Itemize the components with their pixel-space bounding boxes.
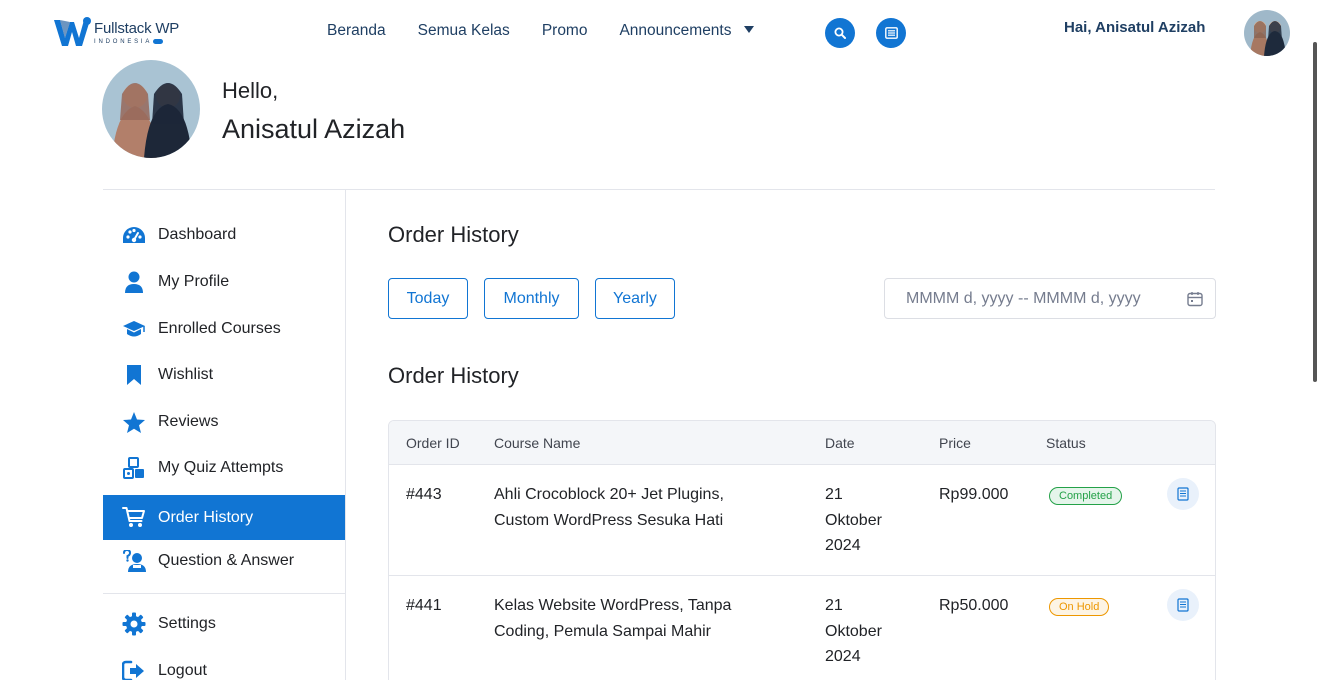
- list-button[interactable]: [876, 18, 906, 48]
- user-greeting[interactable]: Hai, Anisatul Azizah: [1064, 19, 1205, 36]
- list-alt-icon: [884, 27, 898, 39]
- sidebar-item-label: Order History: [158, 508, 254, 526]
- sidebar-item-question-answer[interactable]: Question & Answer: [103, 540, 345, 582]
- search-icon: [834, 27, 846, 39]
- order-id: #441: [406, 597, 442, 614]
- nav-beranda[interactable]: Beranda: [327, 22, 386, 40]
- sidebar-item-label: Wishlist: [158, 366, 214, 383]
- sidebar-item-label: Dashboard: [158, 226, 237, 243]
- profile-photo: [102, 60, 200, 158]
- quiz-icon: [122, 456, 146, 480]
- sidebar-item-wishlist[interactable]: Wishlist: [103, 354, 345, 396]
- sidebar-item-label: My Quiz Attempts: [158, 459, 284, 476]
- nav-semua-kelas[interactable]: Semua Kelas: [418, 22, 510, 40]
- sidebar-item-my-quiz-attempts[interactable]: My Quiz Attempts: [103, 447, 345, 489]
- sidebar-item-label: My Profile: [158, 273, 230, 290]
- order-price: Rp50.000: [939, 597, 1009, 614]
- table-header: Order ID Course Name Date Price Status: [389, 421, 1215, 465]
- sidebar-item-reviews[interactable]: Reviews: [103, 401, 345, 443]
- column-header-status: Status: [1046, 435, 1086, 451]
- table-row: #443 Ahli Crocoblock 20+ Jet Plugins, Cu…: [389, 465, 1215, 576]
- sidebar-item-order-history[interactable]: Order History: [103, 495, 345, 540]
- profile-hello: Hello,: [222, 78, 279, 103]
- sidebar-divider: [103, 593, 345, 594]
- sidebar-item-label: Enrolled Courses: [158, 320, 281, 337]
- view-invoice-button[interactable]: [1167, 478, 1199, 510]
- sidebar-item-label: Question & Answer: [158, 552, 295, 569]
- question-user-icon: [122, 549, 146, 573]
- user-icon: [122, 270, 146, 294]
- sidebar-item-my-profile[interactable]: My Profile: [103, 261, 345, 303]
- date-range-input[interactable]: MMMM d, yyyy -- MMMM d, yyyy: [884, 278, 1216, 319]
- page-scrollbar[interactable]: [1313, 42, 1317, 382]
- search-button[interactable]: [825, 18, 855, 48]
- sidebar-item-label: Reviews: [158, 413, 219, 430]
- avatar[interactable]: [1244, 10, 1290, 56]
- graduation-cap-icon: [122, 317, 146, 341]
- order-date: 21 Oktober 2024: [825, 486, 882, 554]
- receipt-icon: [1177, 487, 1189, 501]
- sidebar-item-logout[interactable]: Logout: [103, 650, 345, 680]
- sidebar-item-settings[interactable]: Settings: [103, 603, 345, 645]
- column-header-course-name: Course Name: [494, 435, 581, 451]
- status-badge: Completed: [1049, 487, 1123, 505]
- profile-name: Anisatul Azizah: [222, 114, 406, 144]
- top-navigation: Fullstack WP INDONESIA Beranda Semua Kel…: [0, 0, 1318, 64]
- logo-w-icon: [52, 16, 92, 50]
- cart-icon: [122, 505, 146, 529]
- bookmark-icon: [122, 363, 146, 387]
- main-menu: Beranda Semua Kelas Promo Announcements: [327, 22, 786, 40]
- date-range-placeholder: MMMM d, yyyy -- MMMM d, yyyy: [906, 289, 1141, 307]
- brand-name: Fullstack WP: [94, 19, 180, 37]
- dashboard-icon: [122, 223, 146, 247]
- view-invoice-button[interactable]: [1167, 589, 1199, 621]
- column-header-date: Date: [825, 435, 855, 451]
- course-name[interactable]: Ahli Crocoblock 20+ Jet Plugins, Custom …: [494, 482, 794, 533]
- section-title: Order History: [388, 363, 519, 388]
- logout-icon: [122, 659, 146, 680]
- table-row: #441 Kelas Website WordPress, Tanpa Codi…: [389, 576, 1215, 680]
- nav-announcements[interactable]: Announcements: [619, 22, 754, 40]
- brand-subtitle: INDONESIA: [94, 39, 153, 46]
- column-header-order-id: Order ID: [406, 435, 460, 451]
- calendar-icon: [1187, 291, 1203, 312]
- sidebar-item-label: Settings: [158, 615, 216, 632]
- column-header-price: Price: [939, 435, 971, 451]
- filter-yearly-button[interactable]: Yearly: [595, 278, 675, 319]
- nav-promo[interactable]: Promo: [542, 22, 588, 40]
- order-price: Rp99.000: [939, 486, 1009, 503]
- sidebar-item-dashboard[interactable]: Dashboard: [103, 214, 345, 256]
- filter-today-button[interactable]: Today: [388, 278, 468, 319]
- sidebar-item-enrolled-courses[interactable]: Enrolled Courses: [103, 308, 345, 350]
- order-date: 21 Oktober 2024: [825, 597, 882, 665]
- brand-logo[interactable]: Fullstack WP INDONESIA: [52, 16, 186, 50]
- gear-icon: [122, 612, 146, 636]
- nav-announcements-label: Announcements: [619, 22, 732, 39]
- order-history-table: Order ID Course Name Date Price Status #…: [388, 420, 1216, 680]
- page-title: Order History: [388, 222, 519, 247]
- receipt-icon: [1177, 598, 1189, 612]
- star-icon: [122, 410, 146, 434]
- dashboard-sidebar: Dashboard My Profile Enrolled Courses Wi…: [103, 190, 346, 680]
- order-id: #443: [406, 486, 442, 503]
- course-name[interactable]: Kelas Website WordPress, Tanpa Coding, P…: [494, 593, 794, 644]
- sidebar-item-label: Logout: [158, 662, 207, 679]
- status-badge: On Hold: [1049, 598, 1110, 616]
- caret-down-icon: [743, 26, 754, 33]
- filter-monthly-button[interactable]: Monthly: [484, 278, 579, 319]
